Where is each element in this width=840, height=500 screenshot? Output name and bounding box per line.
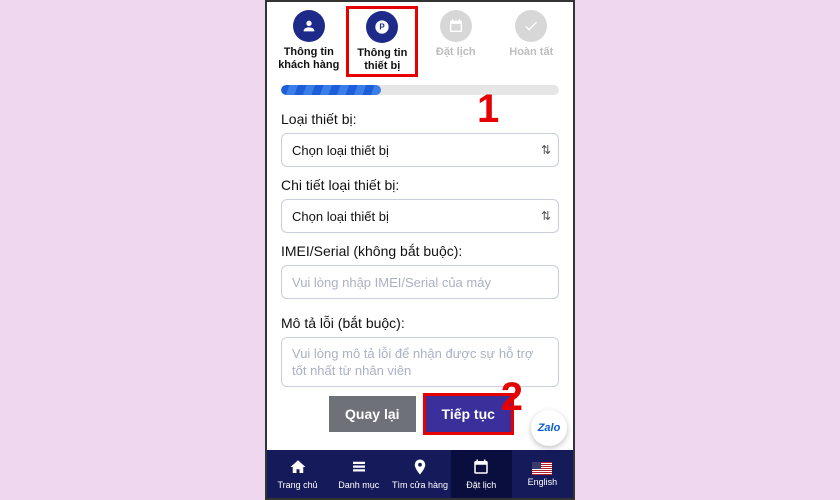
device-type-select[interactable]: Chọn loại thiết bị xyxy=(281,133,559,167)
stepper: Thông tin khách hàng P Thông tin thiết b… xyxy=(267,2,573,77)
nav-categories[interactable]: Danh mục xyxy=(328,450,389,498)
step-label: Thông tin thiết bị xyxy=(351,47,413,72)
nav-schedule[interactable]: Đặt lịch xyxy=(451,450,512,498)
device-type-label: Loại thiết bị: xyxy=(281,111,559,127)
app-screen: Thông tin khách hàng P Thông tin thiết b… xyxy=(265,0,575,500)
nav-label: Danh mục xyxy=(338,480,379,490)
imei-label: IMEI/Serial (không bắt buộc): xyxy=(281,243,559,259)
bottom-nav: Trang chủ Danh mục Tìm cửa hàng Đặt lịch… xyxy=(267,450,573,498)
step-label: Hoàn tất xyxy=(509,46,553,59)
form-actions: Quay lại Tiếp tục xyxy=(281,396,559,432)
svg-text:P: P xyxy=(380,23,386,32)
step-complete[interactable]: Hoàn tất xyxy=(495,10,567,73)
device-detail-label: Chi tiết loại thiết bị: xyxy=(281,177,559,193)
step-label: Đặt lịch xyxy=(436,46,476,59)
list-icon xyxy=(350,458,368,478)
flag-icon xyxy=(532,462,552,475)
imei-input[interactable] xyxy=(281,265,559,299)
check-icon xyxy=(515,10,547,42)
step-customer-info[interactable]: Thông tin khách hàng xyxy=(273,10,345,73)
user-icon xyxy=(293,10,325,42)
step-device-info[interactable]: P Thông tin thiết bị xyxy=(346,6,418,77)
calendar-icon xyxy=(472,458,490,478)
desc-label: Mô tả lỗi (bắt buộc): xyxy=(281,315,559,331)
zalo-chat-button[interactable]: Zalo xyxy=(531,410,567,446)
nav-home[interactable]: Trang chủ xyxy=(267,450,328,498)
nav-label: Trang chủ xyxy=(278,480,318,490)
next-button[interactable]: Tiếp tục xyxy=(426,396,511,432)
calendar-icon xyxy=(440,10,472,42)
back-button[interactable]: Quay lại xyxy=(329,396,415,432)
progress-fill xyxy=(281,85,381,95)
home-icon xyxy=(289,458,307,478)
nav-language[interactable]: English xyxy=(512,450,573,498)
desc-textarea[interactable] xyxy=(281,337,559,387)
nav-stores[interactable]: Tìm cửa hàng xyxy=(389,450,450,498)
nav-label: Đặt lịch xyxy=(466,480,496,490)
pin-icon xyxy=(411,458,429,478)
progress-bar xyxy=(281,85,559,95)
nav-label: Tìm cửa hàng xyxy=(392,480,448,490)
step-label: Thông tin khách hàng xyxy=(273,46,345,71)
device-form: Loại thiết bị: Chọn loại thiết bị ⇅ Chi … xyxy=(267,105,573,450)
p-icon: P xyxy=(366,11,398,43)
nav-label: English xyxy=(528,477,558,487)
device-detail-select[interactable]: Chọn loại thiết bị xyxy=(281,199,559,233)
step-schedule[interactable]: Đặt lịch xyxy=(420,10,492,73)
